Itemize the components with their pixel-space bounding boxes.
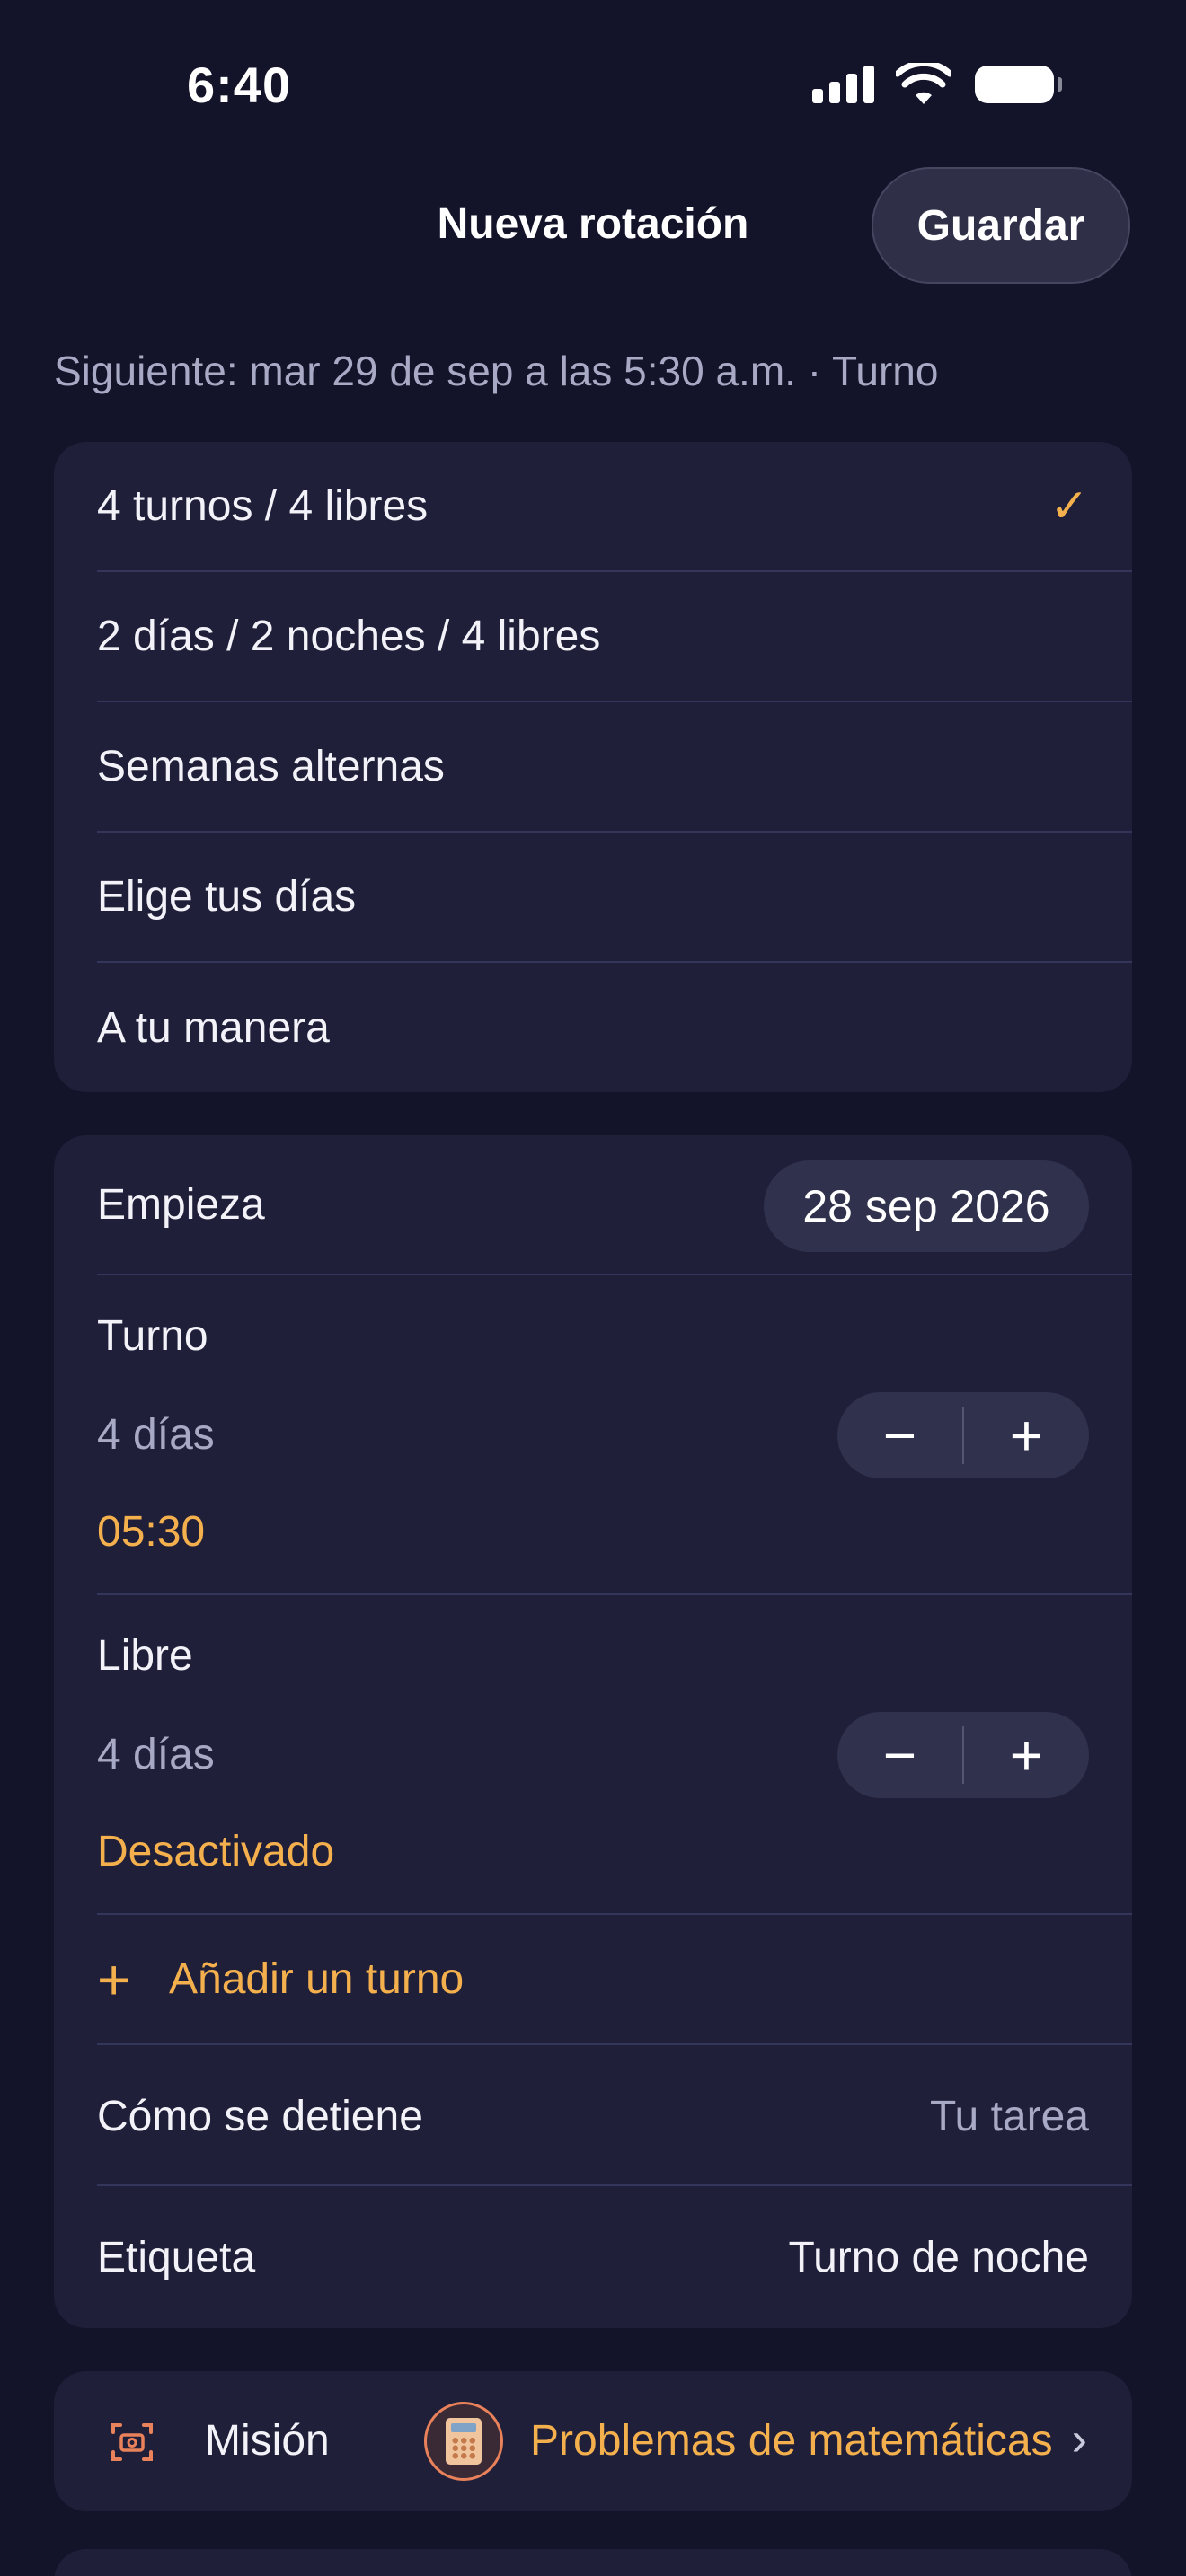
start-date-row: Empieza 28 sep 2026 [97,1135,1132,1275]
new-rotation-screen: 6:40 Nueva rotación Guardar Siguiente: m… [0,0,1186,2576]
shift-alarm-time[interactable]: 05:30 [97,1507,205,1557]
pattern-option-4-on-4-off[interactable]: 4 turnos / 4 libres ✓ [97,442,1132,572]
stop-method-value: Tu tarea [930,2093,1089,2140]
shift-increment-button[interactable]: + [964,1392,1089,1478]
pattern-options-card: 4 turnos / 4 libres ✓ 2 días / 2 noches … [54,442,1132,1092]
add-shift-button[interactable]: + Añadir un turno [97,1915,1132,2045]
pattern-option-choose-days[interactable]: Elige tus días [97,833,1132,963]
tag-row[interactable]: Etiqueta Turno de noche [97,2186,1132,2328]
off-decrement-button[interactable]: − [837,1712,962,1798]
next-alarm-summary: Siguiente: mar 29 de sep a las 5:30 a.m.… [54,348,939,394]
shift-days: 4 días [97,1411,215,1459]
shift-days-stepper: − + [837,1392,1089,1478]
chevron-right-icon: › [1071,2413,1087,2466]
schedule-details-card: Empieza 28 sep 2026 Turno 4 días − + 05:… [54,1135,1132,2328]
off-label: Libre [97,1632,193,1680]
off-block: Libre 4 días − + Desactivado [97,1595,1132,1915]
shift-block: Turno 4 días − + 05:30 [97,1275,1132,1595]
tag-value: Turno de noche [788,2234,1089,2281]
pattern-option-alternate-weeks[interactable]: Semanas alternas [97,702,1132,833]
pattern-option-2-days-2-nights[interactable]: 2 días / 2 noches / 4 libres [97,572,1132,702]
off-alarm-status[interactable]: Desactivado [97,1827,334,1876]
pattern-option-custom[interactable]: A tu manera [97,963,1132,1092]
save-button[interactable]: Guardar [872,167,1130,284]
shift-decrement-button[interactable]: − [837,1392,962,1478]
wifi-icon [896,63,951,104]
mission-row[interactable]: Misión Problemas de matemáticas › [54,2371,1132,2511]
status-time: 6:40 [187,57,292,113]
start-label: Empieza [97,1181,265,1229]
checkmark-icon: ✓ [1049,480,1089,533]
add-shift-label: Añadir un turno [169,1955,465,2003]
calculator-icon [424,2402,503,2481]
next-settings-card [54,2549,1132,2576]
stop-method-row[interactable]: Cómo se detiene Tu tarea [97,2045,1132,2186]
mission-value: Problemas de matemáticas [530,2417,1053,2465]
start-date-picker[interactable]: 28 sep 2026 [764,1160,1089,1252]
battery-icon [975,66,1062,103]
plus-icon: + [97,1946,131,2012]
shift-label: Turno [97,1312,208,1360]
off-days: 4 días [97,1731,215,1778]
off-days-stepper: − + [837,1712,1089,1798]
cellular-signal-icon [812,66,874,103]
camera-scan-icon [111,2423,153,2461]
off-increment-button[interactable]: + [964,1712,1089,1798]
stop-method-label: Cómo se detiene [97,2093,423,2140]
status-icons [812,63,1062,106]
mission-label: Misión [205,2417,330,2465]
tag-label: Etiqueta [97,2234,256,2281]
